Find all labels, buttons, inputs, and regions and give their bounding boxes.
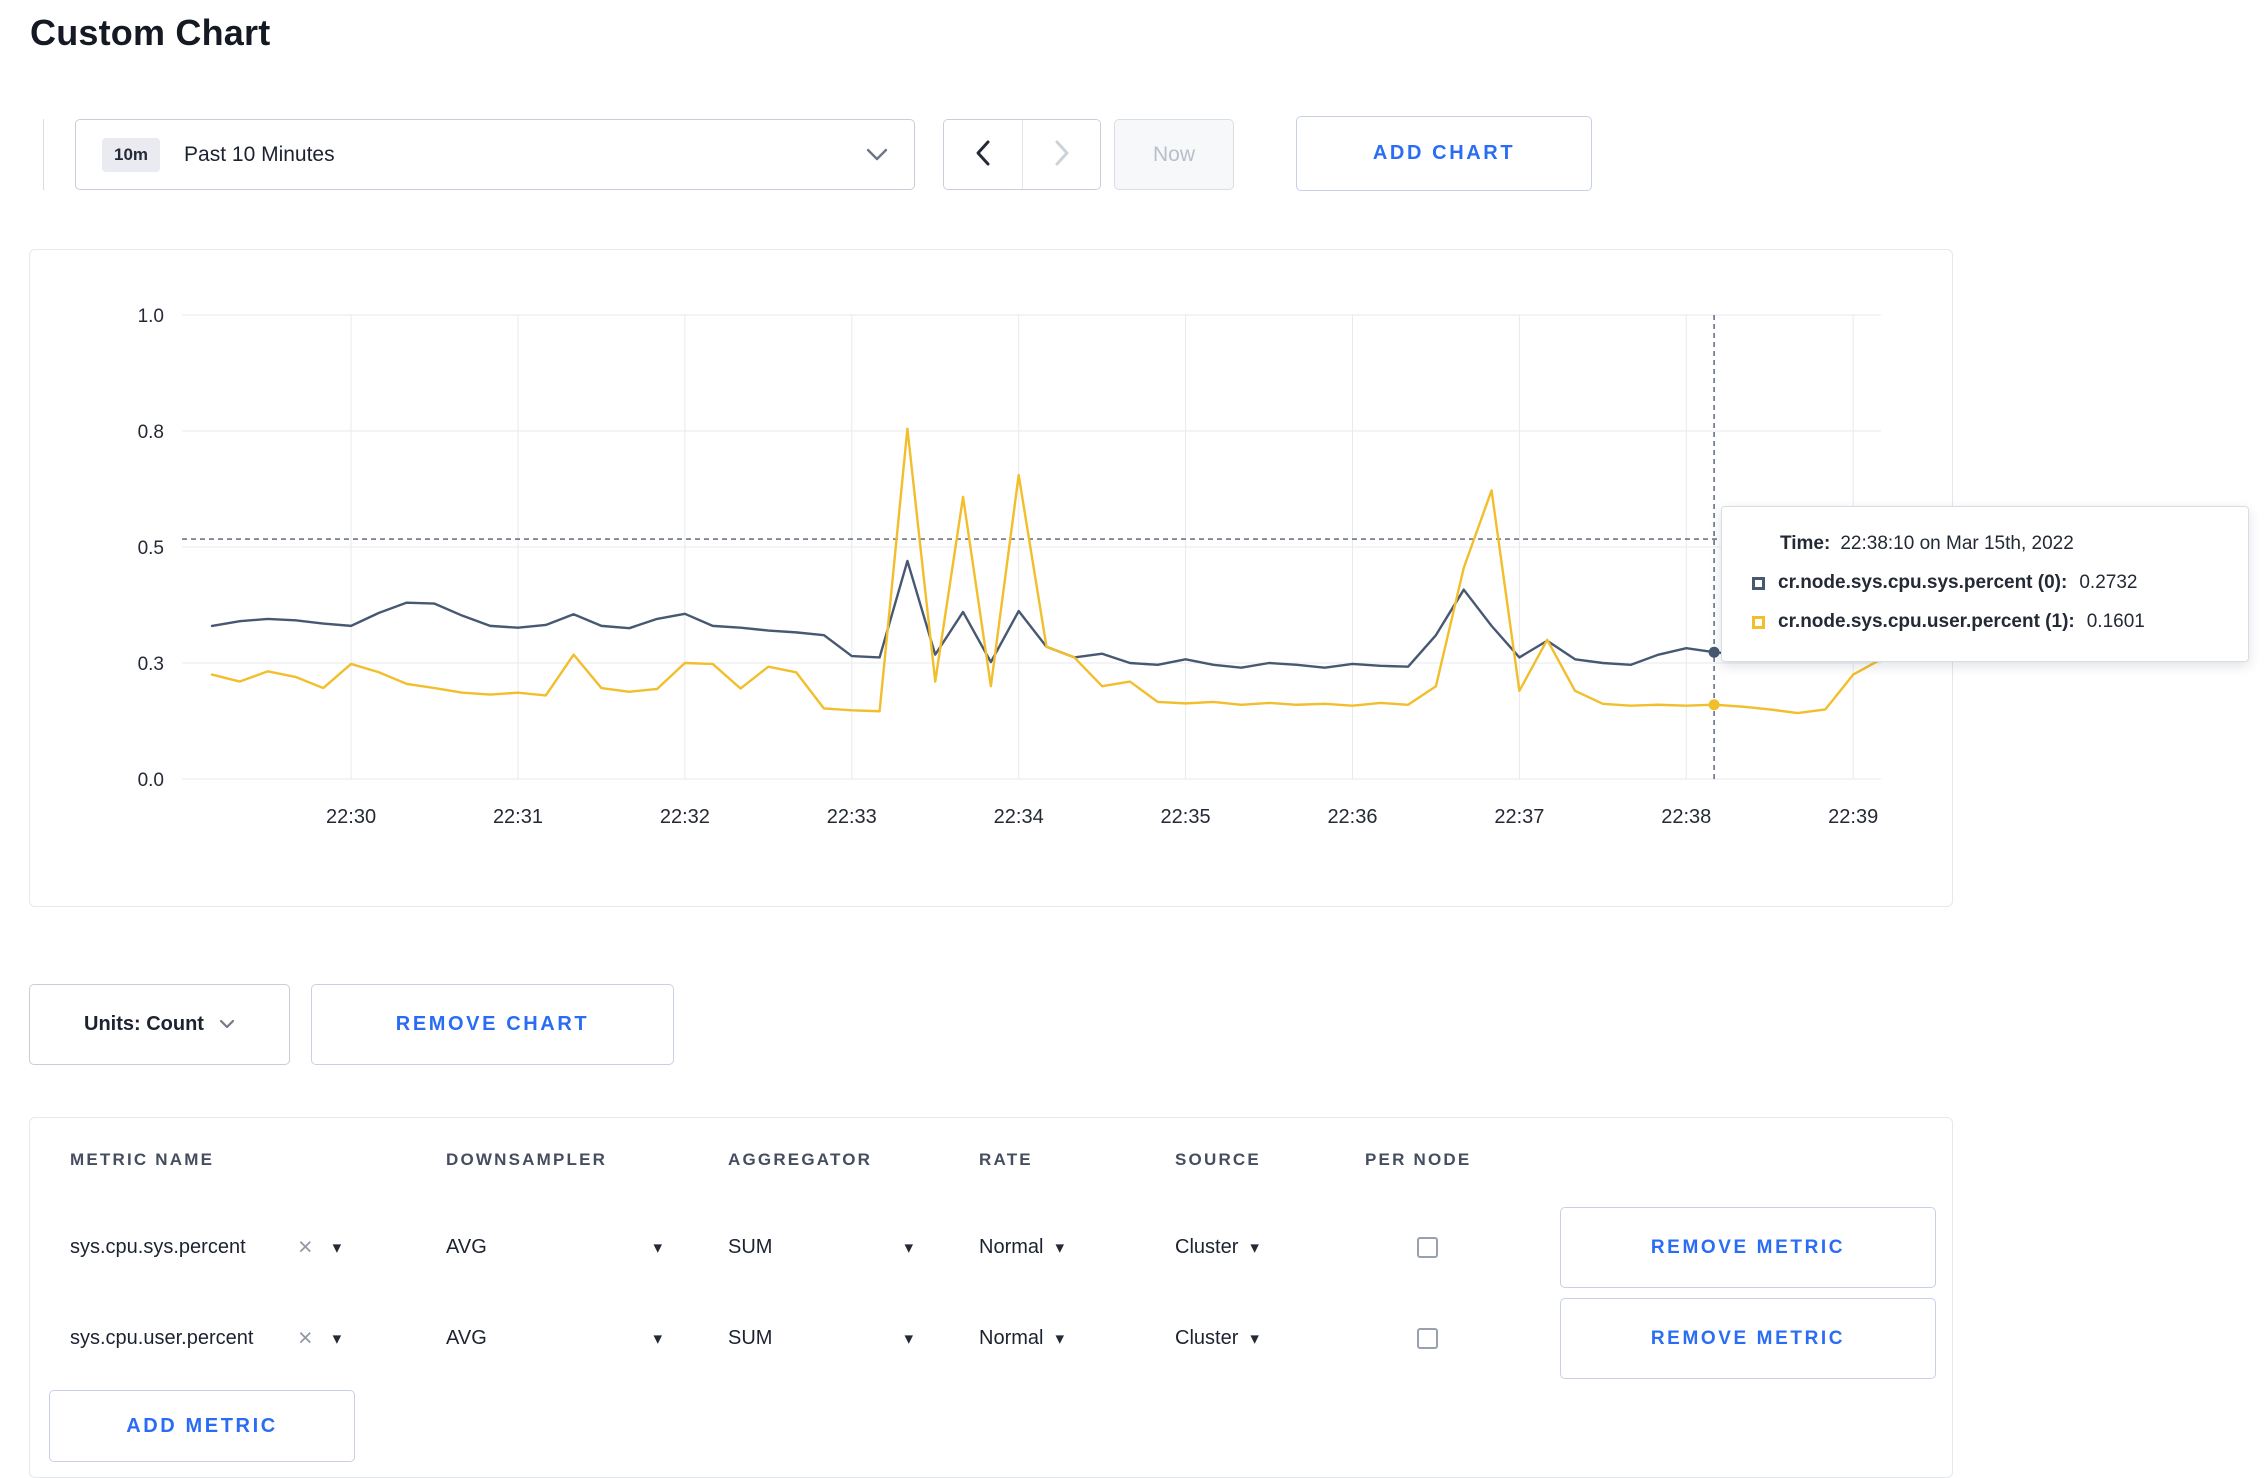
tooltip-time-row: Time: 22:38:10 on Mar 15th, 2022 xyxy=(1752,533,2222,555)
time-range-label: Past 10 Minutes xyxy=(184,142,335,166)
caret-down-icon: ▾ xyxy=(904,1329,913,1348)
tooltip-series-value: 0.2732 xyxy=(2079,572,2138,593)
remove-metric-button[interactable]: REMOVE METRIC xyxy=(1560,1207,1936,1288)
toolbar-divider xyxy=(43,119,44,190)
header-per-node: PER NODE xyxy=(1365,1150,1472,1169)
tooltip-series-row: cr.node.sys.cpu.sys.percent (0): 0.2732 xyxy=(1752,572,2222,594)
now-button[interactable]: Now xyxy=(1114,119,1234,190)
tooltip-time-label: Time: xyxy=(1780,533,1831,554)
metrics-table: METRIC NAME DOWNSAMPLER AGGREGATOR RATE … xyxy=(29,1117,1953,1478)
downsampler-value: AVG xyxy=(446,1327,487,1349)
metric-name-value: sys.cpu.sys.percent xyxy=(70,1236,246,1258)
units-select[interactable]: Units: Count xyxy=(29,984,290,1065)
aggregator-select[interactable]: SUM ▾ xyxy=(728,1236,979,1259)
series-user-swatch-icon xyxy=(1752,615,1765,629)
source-value: Cluster xyxy=(1175,1327,1239,1349)
caret-down-icon: ▾ xyxy=(1250,1238,1259,1257)
header-rate: RATE xyxy=(979,1150,1033,1169)
clear-metric-icon[interactable]: × xyxy=(298,1326,313,1351)
add-metric-button[interactable]: ADD METRIC xyxy=(49,1390,355,1462)
header-downsampler: DOWNSAMPLER xyxy=(446,1150,608,1169)
time-range-select[interactable]: 10m Past 10 Minutes xyxy=(75,119,915,190)
caret-down-icon: ▾ xyxy=(904,1238,913,1257)
per-node-cell xyxy=(1365,1328,1560,1349)
downsampler-value: AVG xyxy=(446,1236,487,1258)
metric-row: sys.cpu.user.percent × ▾ AVG ▾ SUM ▾ Nor… xyxy=(30,1293,1952,1384)
tooltip-series-name: cr.node.sys.cpu.sys.percent (0): xyxy=(1778,572,2068,593)
metric-row: sys.cpu.sys.percent × ▾ AVG ▾ SUM ▾ Norm… xyxy=(30,1202,1952,1293)
chart-card: 0.0 0.3 0.5 0.8 1.0 22:30 22:31 22:32 22:33 22:34… xyxy=(29,249,1953,907)
aggregator-value: SUM xyxy=(728,1327,773,1349)
next-time-button[interactable] xyxy=(1022,120,1100,189)
remove-chart-button[interactable]: REMOVE CHART xyxy=(311,984,674,1065)
timeseries-chart[interactable]: 0.0 0.3 0.5 0.8 1.0 22:30 22:31 22:32 22:33 22:34… xyxy=(30,250,1954,890)
svg-text:22:39: 22:39 xyxy=(1828,806,1878,828)
svg-text:0.5: 0.5 xyxy=(138,538,164,559)
downsampler-select[interactable]: AVG ▾ xyxy=(446,1236,728,1259)
chevron-right-icon xyxy=(1053,139,1071,170)
tooltip-series-name: cr.node.sys.cpu.user.percent (1): xyxy=(1778,611,2075,632)
svg-text:0.8: 0.8 xyxy=(138,422,164,443)
chart-tooltip: Time: 22:38:10 on Mar 15th, 2022 cr.node.… xyxy=(1721,506,2249,662)
header-source: SOURCE xyxy=(1175,1150,1261,1169)
aggregator-select[interactable]: SUM ▾ xyxy=(728,1327,979,1350)
svg-text:0.0: 0.0 xyxy=(138,770,164,791)
chevron-down-icon xyxy=(866,148,888,161)
svg-text:22:36: 22:36 xyxy=(1327,806,1377,828)
tooltip-time-value: 22:38:10 on Mar 15th, 2022 xyxy=(1840,533,2074,554)
metric-name-value: sys.cpu.user.percent xyxy=(70,1327,254,1349)
svg-text:22:30: 22:30 xyxy=(326,806,376,828)
rate-select[interactable]: Normal ▾ xyxy=(979,1236,1175,1259)
svg-text:22:37: 22:37 xyxy=(1494,806,1544,828)
tooltip-series-row: cr.node.sys.cpu.user.percent (1): 0.1601 xyxy=(1752,611,2222,633)
custom-chart-page: Custom Chart 10m Past 10 Minutes Now ADD… xyxy=(0,0,2268,1478)
svg-text:22:32: 22:32 xyxy=(660,806,710,828)
metric-name-select[interactable]: sys.cpu.user.percent × ▾ xyxy=(70,1326,446,1351)
rate-value: Normal xyxy=(979,1327,1044,1349)
caret-down-icon: ▾ xyxy=(1250,1329,1259,1348)
remove-metric-cell: REMOVE METRIC xyxy=(1560,1298,1952,1379)
series-sys-swatch-icon xyxy=(1752,576,1765,590)
svg-text:22:31: 22:31 xyxy=(493,806,543,828)
chevron-down-icon xyxy=(219,1016,235,1034)
caret-down-icon: ▾ xyxy=(653,1238,662,1257)
svg-text:22:33: 22:33 xyxy=(827,806,877,828)
header-aggregator: AGGREGATOR xyxy=(728,1150,873,1169)
caret-down-icon: ▾ xyxy=(1055,1238,1064,1257)
page-title: Custom Chart xyxy=(30,12,271,53)
clear-metric-icon[interactable]: × xyxy=(298,1235,313,1260)
source-select[interactable]: Cluster ▾ xyxy=(1175,1327,1365,1350)
units-select-label: Units: Count xyxy=(84,1013,204,1035)
aggregator-value: SUM xyxy=(728,1236,773,1258)
svg-text:22:38: 22:38 xyxy=(1661,806,1711,828)
caret-down-icon: ▾ xyxy=(332,1238,342,1257)
per-node-checkbox[interactable] xyxy=(1417,1328,1438,1349)
source-select[interactable]: Cluster ▾ xyxy=(1175,1236,1365,1259)
svg-text:22:34: 22:34 xyxy=(994,806,1044,828)
caret-down-icon: ▾ xyxy=(332,1329,342,1348)
rate-value: Normal xyxy=(979,1236,1044,1258)
svg-text:1.0: 1.0 xyxy=(138,306,164,327)
downsampler-select[interactable]: AVG ▾ xyxy=(446,1327,728,1350)
svg-text:0.3: 0.3 xyxy=(138,654,164,675)
caret-down-icon: ▾ xyxy=(653,1329,662,1348)
per-node-cell xyxy=(1365,1237,1560,1258)
per-node-checkbox[interactable] xyxy=(1417,1237,1438,1258)
prev-time-button[interactable] xyxy=(944,120,1022,189)
metric-name-select[interactable]: sys.cpu.sys.percent × ▾ xyxy=(70,1235,446,1260)
caret-down-icon: ▾ xyxy=(1055,1329,1064,1348)
add-chart-button[interactable]: ADD CHART xyxy=(1296,116,1592,191)
remove-metric-button[interactable]: REMOVE METRIC xyxy=(1560,1298,1936,1379)
header-metric-name: METRIC NAME xyxy=(70,1150,215,1169)
tooltip-series-value: 0.1601 xyxy=(2086,611,2145,632)
metrics-table-header: METRIC NAME DOWNSAMPLER AGGREGATOR RATE … xyxy=(30,1118,1952,1202)
time-range-badge: 10m xyxy=(102,137,161,172)
time-nav-group xyxy=(943,119,1101,190)
remove-metric-cell: REMOVE METRIC xyxy=(1560,1207,1952,1288)
svg-text:22:35: 22:35 xyxy=(1161,806,1211,828)
source-value: Cluster xyxy=(1175,1236,1239,1258)
rate-select[interactable]: Normal ▾ xyxy=(979,1327,1175,1350)
chevron-left-icon xyxy=(974,139,992,170)
